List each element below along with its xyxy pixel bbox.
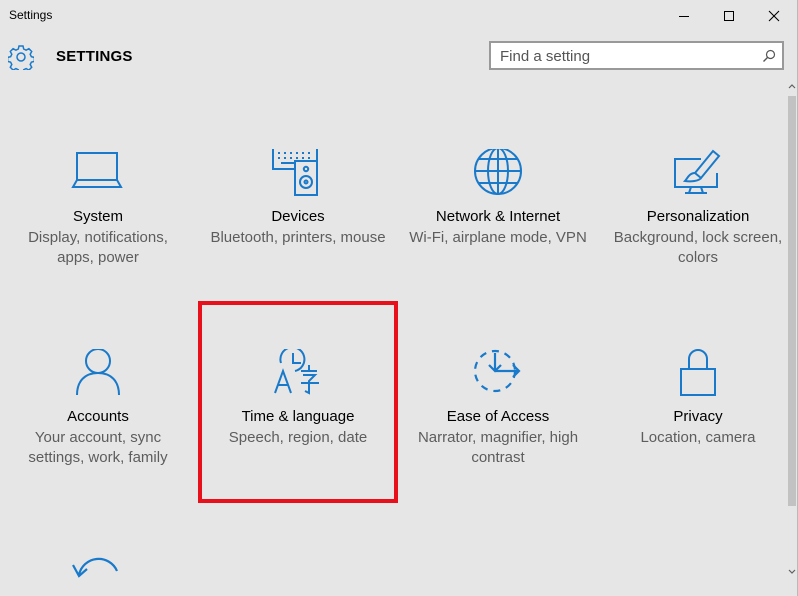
page-title: SETTINGS bbox=[56, 48, 133, 65]
laptop-icon bbox=[71, 152, 123, 188]
paint-icon bbox=[674, 149, 721, 194]
tile-name: Ease of Access bbox=[446, 408, 550, 425]
tile-description: Display, notifications, apps, power bbox=[28, 229, 168, 266]
person-icon bbox=[76, 349, 120, 396]
tile-name: Network & Internet bbox=[435, 208, 561, 225]
minimize-button[interactable] bbox=[661, 0, 707, 32]
lock-icon bbox=[680, 349, 716, 396]
tile-description: Your account, sync settings, work, famil… bbox=[28, 429, 168, 466]
devices-icon bbox=[272, 149, 318, 196]
tile-accounts[interactable]: Accounts Your account, sync settings, wo… bbox=[0, 302, 198, 502]
maximize-icon bbox=[724, 11, 734, 21]
tile-privacy[interactable]: Privacy Location, camera bbox=[598, 302, 798, 502]
tile-update-security[interactable] bbox=[0, 502, 198, 596]
window-title: Settings bbox=[9, 8, 53, 22]
minimize-icon bbox=[679, 16, 689, 17]
tile-network-internet[interactable]: Network & Internet Wi-Fi, airplane mode,… bbox=[398, 102, 598, 302]
tile-personalization[interactable]: Personalization Background, lock screen,… bbox=[598, 102, 798, 302]
close-button[interactable] bbox=[751, 0, 797, 32]
search-box[interactable] bbox=[489, 41, 784, 70]
highlight-box bbox=[198, 301, 398, 503]
tile-description: Narrator, magnifier, high contrast bbox=[417, 429, 579, 466]
tile-name: Personalization bbox=[646, 208, 750, 225]
tile-name: System bbox=[72, 208, 123, 225]
scroll-down-icon[interactable] bbox=[787, 566, 797, 576]
title-bar[interactable]: Settings bbox=[0, 0, 798, 32]
tile-description: Bluetooth, printers, mouse bbox=[210, 229, 386, 246]
globe-icon bbox=[474, 149, 522, 195]
tile-name: Devices bbox=[271, 208, 325, 225]
update-icon bbox=[72, 557, 119, 578]
tile-system[interactable]: System Display, notifications, apps, pow… bbox=[0, 102, 198, 302]
maximize-button[interactable] bbox=[706, 0, 752, 32]
tile-ease-of-access[interactable]: Ease of Access Narrator, magnifier, high… bbox=[398, 302, 598, 502]
search-icon[interactable] bbox=[762, 49, 776, 63]
tile-name: Privacy bbox=[673, 408, 723, 425]
ease-of-access-icon bbox=[473, 349, 521, 393]
settings-gear-icon[interactable] bbox=[8, 44, 34, 70]
settings-window: Settings SETTINGS Find a setting System … bbox=[0, 0, 798, 596]
close-icon bbox=[768, 10, 780, 22]
search-input[interactable] bbox=[500, 47, 750, 65]
tile-name: Accounts bbox=[67, 408, 129, 425]
scroll-up-icon[interactable] bbox=[787, 82, 797, 92]
tile-description: Location, camera bbox=[640, 429, 756, 446]
tile-devices[interactable]: Devices Bluetooth, printers, mouse bbox=[198, 102, 398, 302]
tile-description: Wi-Fi, airplane mode, VPN bbox=[409, 229, 587, 246]
tile-description: Background, lock screen, colors bbox=[613, 229, 783, 266]
